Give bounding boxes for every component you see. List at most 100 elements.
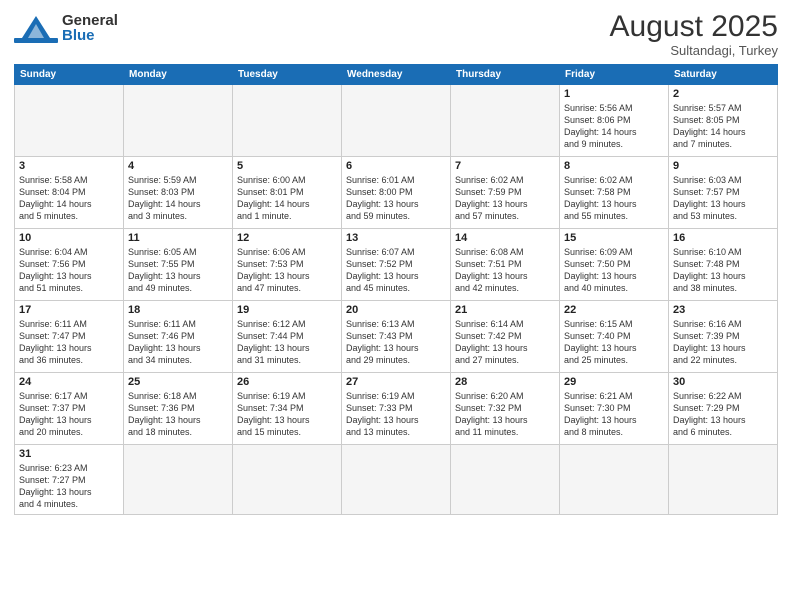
day-number: 27 xyxy=(346,376,446,388)
page: General Blue August 2025 Sultandagi, Tur… xyxy=(0,0,792,612)
day-number: 30 xyxy=(673,376,773,388)
day-number: 29 xyxy=(564,376,664,388)
calendar-cell: 11 Sunrise: 6:05 AM Sunset: 7:55 PM Dayli… xyxy=(124,229,233,301)
day-info: Sunrise: 6:00 AM Sunset: 8:01 PM Dayligh… xyxy=(237,174,337,223)
day-number: 15 xyxy=(564,232,664,244)
calendar-cell: 17 Sunrise: 6:11 AM Sunset: 7:47 PM Dayli… xyxy=(15,301,124,373)
day-info: Sunrise: 5:59 AM Sunset: 8:03 PM Dayligh… xyxy=(128,174,228,223)
location-subtitle: Sultandagi, Turkey xyxy=(610,43,778,58)
day-info: Sunrise: 6:19 AM Sunset: 7:34 PM Dayligh… xyxy=(237,390,337,439)
day-number: 25 xyxy=(128,376,228,388)
calendar-cell: 24 Sunrise: 6:17 AM Sunset: 7:37 PM Dayli… xyxy=(15,373,124,445)
day-info: Sunrise: 5:57 AM Sunset: 8:05 PM Dayligh… xyxy=(673,102,773,151)
day-info: Sunrise: 6:02 AM Sunset: 7:58 PM Dayligh… xyxy=(564,174,664,223)
calendar-cell: 6 Sunrise: 6:01 AM Sunset: 8:00 PM Daylig… xyxy=(342,157,451,229)
day-number: 23 xyxy=(673,304,773,316)
day-number: 19 xyxy=(237,304,337,316)
day-info: Sunrise: 6:11 AM Sunset: 7:47 PM Dayligh… xyxy=(19,318,119,367)
day-info: Sunrise: 6:16 AM Sunset: 7:39 PM Dayligh… xyxy=(673,318,773,367)
day-number: 31 xyxy=(19,448,119,460)
calendar-cell xyxy=(124,85,233,157)
calendar-week-row: 10 Sunrise: 6:04 AM Sunset: 7:56 PM Dayli… xyxy=(15,229,778,301)
weekday-header-friday: Friday xyxy=(560,65,669,85)
logo-blue-text: Blue xyxy=(62,28,118,43)
day-number: 8 xyxy=(564,160,664,172)
calendar-cell: 21Sunrise: 6:14 AM Sunset: 7:42 PM Dayli… xyxy=(451,301,560,373)
logo-text: General Blue xyxy=(62,13,118,43)
calendar-cell: 7 Sunrise: 6:02 AM Sunset: 7:59 PM Daylig… xyxy=(451,157,560,229)
day-info: Sunrise: 6:17 AM Sunset: 7:37 PM Dayligh… xyxy=(19,390,119,439)
calendar-cell: 22Sunrise: 6:15 AM Sunset: 7:40 PM Dayli… xyxy=(560,301,669,373)
calendar-cell: 16Sunrise: 6:10 AM Sunset: 7:48 PM Dayli… xyxy=(669,229,778,301)
calendar-cell: 25Sunrise: 6:18 AM Sunset: 7:36 PM Dayli… xyxy=(124,373,233,445)
header: General Blue August 2025 Sultandagi, Tur… xyxy=(14,10,778,58)
calendar-cell: 8 Sunrise: 6:02 AM Sunset: 7:58 PM Daylig… xyxy=(560,157,669,229)
day-number: 17 xyxy=(19,304,119,316)
day-info: Sunrise: 6:21 AM Sunset: 7:30 PM Dayligh… xyxy=(564,390,664,439)
logo: General Blue xyxy=(14,10,118,46)
day-info: Sunrise: 6:12 AM Sunset: 7:44 PM Dayligh… xyxy=(237,318,337,367)
weekday-header-wednesday: Wednesday xyxy=(342,65,451,85)
day-info: Sunrise: 6:08 AM Sunset: 7:51 PM Dayligh… xyxy=(455,246,555,295)
calendar-week-row: 17 Sunrise: 6:11 AM Sunset: 7:47 PM Dayli… xyxy=(15,301,778,373)
calendar-cell xyxy=(233,445,342,515)
day-number: 6 xyxy=(346,160,446,172)
calendar-cell: 18Sunrise: 6:11 AM Sunset: 7:46 PM Dayli… xyxy=(124,301,233,373)
title-block: August 2025 Sultandagi, Turkey xyxy=(610,10,778,58)
weekday-header-row: SundayMondayTuesdayWednesdayThursdayFrid… xyxy=(15,65,778,85)
calendar-cell xyxy=(15,85,124,157)
calendar-cell: 13Sunrise: 6:07 AM Sunset: 7:52 PM Dayli… xyxy=(342,229,451,301)
day-info: Sunrise: 6:02 AM Sunset: 7:59 PM Dayligh… xyxy=(455,174,555,223)
calendar-cell: 9 Sunrise: 6:03 AM Sunset: 7:57 PM Daylig… xyxy=(669,157,778,229)
day-info: Sunrise: 6:04 AM Sunset: 7:56 PM Dayligh… xyxy=(19,246,119,295)
calendar-cell: 5Sunrise: 6:00 AM Sunset: 8:01 PM Daylig… xyxy=(233,157,342,229)
day-number: 3 xyxy=(19,160,119,172)
calendar-cell xyxy=(451,85,560,157)
calendar-cell xyxy=(560,445,669,515)
day-number: 24 xyxy=(19,376,119,388)
calendar-week-row: 24 Sunrise: 6:17 AM Sunset: 7:37 PM Dayli… xyxy=(15,373,778,445)
day-number: 7 xyxy=(455,160,555,172)
day-info: Sunrise: 6:20 AM Sunset: 7:32 PM Dayligh… xyxy=(455,390,555,439)
calendar-week-row: 1 Sunrise: 5:56 AM Sunset: 8:06 PM Daylig… xyxy=(15,85,778,157)
calendar-cell: 14 Sunrise: 6:08 AM Sunset: 7:51 PM Dayli… xyxy=(451,229,560,301)
weekday-header-monday: Monday xyxy=(124,65,233,85)
day-info: Sunrise: 6:23 AM Sunset: 7:27 PM Dayligh… xyxy=(19,462,119,511)
calendar-cell: 29 Sunrise: 6:21 AM Sunset: 7:30 PM Dayli… xyxy=(560,373,669,445)
day-number: 12 xyxy=(237,232,337,244)
weekday-header-thursday: Thursday xyxy=(451,65,560,85)
calendar-cell xyxy=(451,445,560,515)
calendar-cell: 10 Sunrise: 6:04 AM Sunset: 7:56 PM Dayli… xyxy=(15,229,124,301)
day-number: 9 xyxy=(673,160,773,172)
day-info: Sunrise: 6:05 AM Sunset: 7:55 PM Dayligh… xyxy=(128,246,228,295)
calendar-cell: 27 Sunrise: 6:19 AM Sunset: 7:33 PM Dayli… xyxy=(342,373,451,445)
day-info: Sunrise: 6:01 AM Sunset: 8:00 PM Dayligh… xyxy=(346,174,446,223)
calendar-cell: 4 Sunrise: 5:59 AM Sunset: 8:03 PM Daylig… xyxy=(124,157,233,229)
day-number: 22 xyxy=(564,304,664,316)
day-number: 1 xyxy=(564,88,664,100)
day-info: Sunrise: 5:56 AM Sunset: 8:06 PM Dayligh… xyxy=(564,102,664,151)
logo-general-text: General xyxy=(62,13,118,28)
day-info: Sunrise: 6:14 AM Sunset: 7:42 PM Dayligh… xyxy=(455,318,555,367)
weekday-header-tuesday: Tuesday xyxy=(233,65,342,85)
day-number: 14 xyxy=(455,232,555,244)
calendar-cell: 12 Sunrise: 6:06 AM Sunset: 7:53 PM Dayli… xyxy=(233,229,342,301)
calendar-cell: 26Sunrise: 6:19 AM Sunset: 7:34 PM Dayli… xyxy=(233,373,342,445)
calendar-cell xyxy=(669,445,778,515)
day-number: 11 xyxy=(128,232,228,244)
day-number: 10 xyxy=(19,232,119,244)
day-info: Sunrise: 6:10 AM Sunset: 7:48 PM Dayligh… xyxy=(673,246,773,295)
day-number: 4 xyxy=(128,160,228,172)
calendar-cell: 2Sunrise: 5:57 AM Sunset: 8:05 PM Daylig… xyxy=(669,85,778,157)
month-title: August 2025 xyxy=(610,10,778,43)
day-number: 28 xyxy=(455,376,555,388)
calendar-cell xyxy=(124,445,233,515)
calendar-week-row: 31 Sunrise: 6:23 AM Sunset: 7:27 PM Dayli… xyxy=(15,445,778,515)
day-info: Sunrise: 6:06 AM Sunset: 7:53 PM Dayligh… xyxy=(237,246,337,295)
weekday-header-saturday: Saturday xyxy=(669,65,778,85)
day-info: Sunrise: 6:19 AM Sunset: 7:33 PM Dayligh… xyxy=(346,390,446,439)
calendar-cell: 23 Sunrise: 6:16 AM Sunset: 7:39 PM Dayli… xyxy=(669,301,778,373)
day-info: Sunrise: 6:03 AM Sunset: 7:57 PM Dayligh… xyxy=(673,174,773,223)
calendar-cell: 31 Sunrise: 6:23 AM Sunset: 7:27 PM Dayli… xyxy=(15,445,124,515)
weekday-header-sunday: Sunday xyxy=(15,65,124,85)
